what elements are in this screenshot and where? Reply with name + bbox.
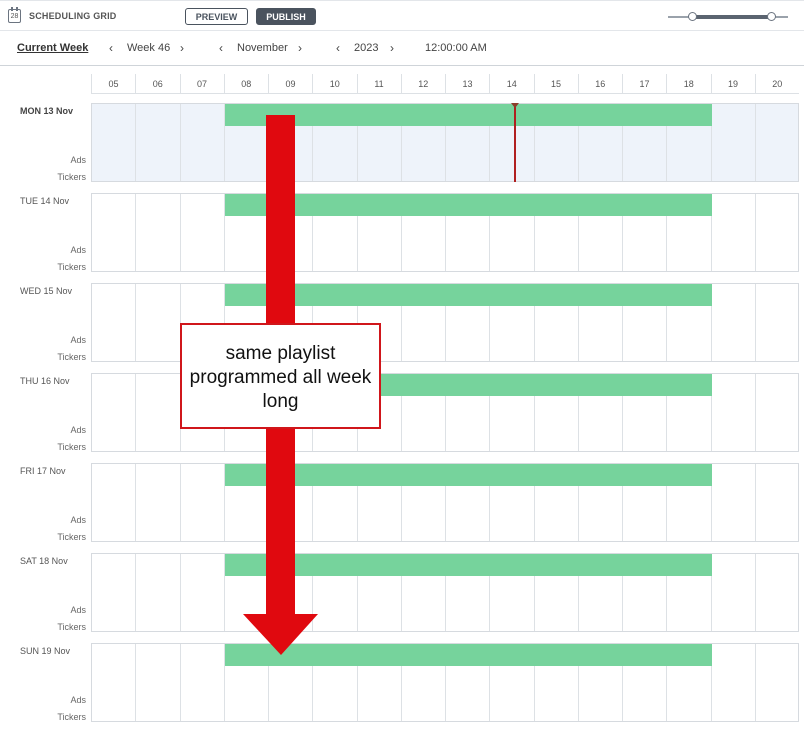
annotation-callout: same playlist programmed all week long <box>180 323 381 429</box>
hour-label: 20 <box>754 74 799 94</box>
slider-range-fill <box>692 15 772 19</box>
hour-gridline <box>754 284 756 361</box>
day-label: MON 13 Nov <box>20 106 74 116</box>
top-toolbar: 28 SCHEDULING GRID PREVIEW PUBLISH <box>0 0 804 31</box>
tickers-track-label: Tickers <box>57 532 86 542</box>
day-label: FRI 17 Nov <box>20 466 66 476</box>
day-label: THU 16 Nov <box>20 376 70 386</box>
hour-label: 06 <box>135 74 179 94</box>
ads-track-label: Ads <box>70 515 86 525</box>
day-row[interactable] <box>91 103 799 182</box>
hour-gridline <box>754 644 756 721</box>
calendar-icon: 28 <box>8 7 21 23</box>
preview-button[interactable]: PREVIEW <box>185 8 248 25</box>
tickers-track-label: Tickers <box>57 712 86 722</box>
current-week-link[interactable]: Current Week <box>17 42 88 54</box>
hour-label: 11 <box>356 74 401 94</box>
hour-gridline <box>179 194 181 271</box>
hour-label: 12 <box>400 74 445 94</box>
chevron-left-icon[interactable]: ‹ <box>219 41 223 55</box>
ads-track-label: Ads <box>70 425 86 435</box>
hour-label: 05 <box>91 74 135 94</box>
tickers-track-label: Tickers <box>57 262 86 272</box>
playlist-bar[interactable] <box>225 464 712 486</box>
hour-gridline <box>135 644 137 721</box>
slider-end-handle[interactable] <box>767 12 776 21</box>
day-row[interactable] <box>91 643 799 722</box>
hour-gridline <box>754 374 756 451</box>
day-row[interactable] <box>91 193 799 272</box>
hour-gridline <box>179 554 181 631</box>
hour-gridline <box>179 644 181 721</box>
hour-gridline <box>135 104 137 181</box>
hour-label: 17 <box>622 74 666 94</box>
hour-label: 10 <box>312 74 356 94</box>
hour-gridline <box>135 284 137 361</box>
hour-gridline <box>135 464 137 541</box>
chevron-left-icon[interactable]: ‹ <box>109 41 113 55</box>
hour-label: 09 <box>268 74 312 94</box>
current-time-indicator <box>514 104 516 182</box>
hour-label: 15 <box>533 74 578 94</box>
hour-label: 13 <box>445 74 489 94</box>
chevron-right-icon[interactable]: › <box>298 41 302 55</box>
ads-track-label: Ads <box>70 335 86 345</box>
ads-track-label: Ads <box>70 155 86 165</box>
current-time-marker-icon <box>511 103 519 108</box>
day-label: SAT 18 Nov <box>20 556 68 566</box>
day-row[interactable] <box>91 553 799 632</box>
month-selector: November <box>237 42 288 54</box>
tickers-track-label: Tickers <box>57 352 86 362</box>
playlist-bar[interactable] <box>225 554 712 576</box>
week-selector: Week 46 <box>127 42 171 54</box>
hour-label: 14 <box>489 74 533 94</box>
tickers-track-label: Tickers <box>57 622 86 632</box>
chevron-right-icon[interactable]: › <box>180 41 184 55</box>
tickers-track-label: Tickers <box>57 172 86 182</box>
chevron-right-icon[interactable]: › <box>390 41 394 55</box>
date-navigation-bar: Current Week ‹ Week 46 › ‹ November › ‹ … <box>0 31 804 66</box>
chevron-left-icon[interactable]: ‹ <box>336 41 340 55</box>
hour-gridline <box>179 464 181 541</box>
hour-gridline <box>135 374 137 451</box>
zoom-range-slider[interactable] <box>668 10 788 24</box>
hour-label: 19 <box>710 74 755 94</box>
hour-gridline <box>135 194 137 271</box>
publish-button[interactable]: PUBLISH <box>256 8 316 25</box>
hour-label: 08 <box>223 74 268 94</box>
playlist-bar[interactable] <box>225 644 712 666</box>
ads-track-label: Ads <box>70 605 86 615</box>
day-label: WED 15 Nov <box>20 286 73 296</box>
day-row[interactable] <box>91 463 799 542</box>
playlist-bar[interactable] <box>225 194 712 216</box>
ads-track-label: Ads <box>70 245 86 255</box>
slider-start-handle[interactable] <box>688 12 697 21</box>
day-label: TUE 14 Nov <box>20 196 70 206</box>
hour-label: 18 <box>666 74 710 94</box>
hour-gridline <box>754 554 756 631</box>
playlist-bar[interactable] <box>225 284 712 306</box>
year-selector: 2023 <box>354 42 379 54</box>
tickers-track-label: Tickers <box>57 442 86 452</box>
ads-track-label: Ads <box>70 695 86 705</box>
hour-label: 16 <box>577 74 622 94</box>
hour-gridline <box>135 554 137 631</box>
page-title: SCHEDULING GRID <box>29 11 117 21</box>
hour-gridline <box>754 464 756 541</box>
hour-gridline <box>179 104 181 181</box>
time-display: 12:00:00 AM <box>425 42 487 54</box>
hour-header: 05 06 07 08 09 10 11 12 13 14 15 16 17 18 19 20 <box>91 74 799 94</box>
hour-gridline <box>754 104 756 181</box>
day-label: SUN 19 Nov <box>20 646 71 656</box>
playlist-bar[interactable] <box>225 104 712 126</box>
hour-label: 07 <box>179 74 224 94</box>
hour-gridline <box>754 194 756 271</box>
